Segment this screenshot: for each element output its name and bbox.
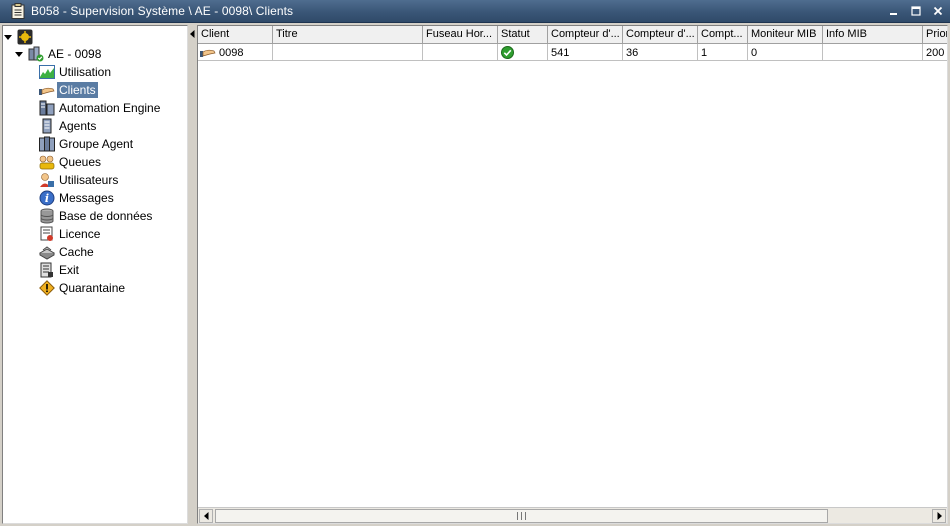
cell-titre: [273, 44, 423, 61]
svg-text:i: i: [45, 192, 49, 205]
info-icon: i: [39, 190, 55, 206]
cell-priorite: 200: [926, 46, 945, 59]
tree-item-label: Messages: [59, 191, 114, 205]
tree-item-label: Groupe Agent: [59, 137, 134, 151]
client-icon: [200, 47, 216, 59]
cell-compteur-2: 36: [623, 44, 698, 61]
warning-icon: [39, 280, 55, 296]
cell-info-mib: [823, 44, 923, 61]
tree-item-exit[interactable]: Exit: [39, 261, 81, 279]
cell-client: 0098: [198, 44, 273, 61]
arrow-left-icon: [203, 512, 208, 520]
collapse-arrow-icon[interactable]: [4, 33, 13, 42]
tree-item-label: Cache: [59, 245, 94, 259]
tree-item-quarantaine[interactable]: Quarantaine: [39, 279, 127, 297]
column-header-compteur-1[interactable]: Compteur d'...: [548, 26, 623, 43]
tree-item-label: Agents: [59, 119, 97, 133]
close-icon: [933, 6, 943, 16]
tree-item-label: Utilisateurs: [59, 173, 119, 187]
tree-item-label: Licence: [59, 227, 101, 241]
column-header-statut[interactable]: Statut: [498, 26, 548, 43]
cell-fuseau-horaire: [423, 44, 498, 61]
tree-item-agents[interactable]: Agents: [39, 117, 98, 135]
tree-item-utilisateurs[interactable]: Utilisateurs: [39, 171, 120, 189]
status-ok-icon: [501, 46, 514, 59]
scroll-right-button[interactable]: [932, 509, 946, 523]
cell-statut: [498, 44, 548, 61]
table-row[interactable]: 0098 541 36 1 0 200: [198, 44, 947, 61]
users-icon: [39, 172, 55, 188]
database-icon: [39, 208, 55, 224]
server-icon: [39, 100, 55, 116]
queues-icon: [39, 154, 55, 170]
panel-splitter[interactable]: [189, 25, 197, 524]
tree-item-label: Base de données: [59, 209, 153, 223]
license-icon: [39, 226, 55, 242]
title-bar: B058 - Supervision Système \ AE - 0098\ …: [0, 0, 950, 23]
clients-grid: Client Titre Fuseau Hor... Statut Compte…: [197, 25, 948, 524]
system-server-icon: [28, 46, 44, 62]
window-title: B058 - Supervision Système \ AE - 0098\ …: [31, 4, 294, 18]
column-header-moniteur-mib[interactable]: Moniteur MIB: [748, 26, 823, 43]
client-value: 0098: [219, 46, 244, 59]
tree-item-licence[interactable]: Licence: [39, 225, 102, 243]
horizontal-scrollbar[interactable]: [198, 507, 947, 523]
tree-item-automation-engine[interactable]: Automation Engine: [39, 99, 162, 117]
system-root-icon: [17, 29, 33, 45]
column-header-client[interactable]: Client: [198, 26, 273, 43]
tree-item-cache[interactable]: Cache: [38, 243, 96, 261]
column-header-titre[interactable]: Titre: [273, 26, 423, 43]
tree-item-base-de-donnees[interactable]: Base de données: [39, 207, 154, 225]
collapse-left-icon[interactable]: [190, 30, 195, 38]
grip-icon: [517, 512, 526, 520]
tree-node-label: AE - 0098: [48, 47, 102, 61]
tree-item-queues[interactable]: Queues: [39, 153, 103, 171]
maximize-icon: [911, 6, 921, 16]
scrollbar-thumb[interactable]: [215, 509, 828, 523]
column-header-fuseau-horaire[interactable]: Fuseau Hor...: [423, 26, 498, 43]
tree-item-label: Quarantaine: [59, 281, 126, 295]
navigation-tree: AE - 0098 Utilisation Clients Automation…: [2, 25, 188, 524]
tree-item-label: Queues: [59, 155, 102, 169]
agent-group-icon: [39, 136, 55, 152]
exit-icon: [39, 262, 55, 278]
tree-item-groupe-agent[interactable]: Groupe Agent: [39, 135, 135, 153]
column-header-priorite[interactable]: Prior: [923, 26, 947, 43]
cell-compteur-1: 541: [548, 44, 623, 61]
tree-item-clients[interactable]: Clients: [39, 81, 98, 99]
cache-icon: [38, 244, 56, 260]
tree-item-label: Utilisation: [59, 65, 112, 79]
tree-root[interactable]: [3, 28, 35, 46]
minimize-icon: [890, 13, 897, 15]
column-header-info-mib[interactable]: Info MIB: [823, 26, 923, 43]
cell-compteur-3: 1: [698, 44, 748, 61]
cell-moniteur-mib: 0: [748, 44, 823, 61]
client-icon: [39, 82, 55, 98]
chart-icon: [39, 64, 55, 80]
tree-node-ae-0098[interactable]: AE - 0098: [15, 45, 103, 63]
tree-item-messages[interactable]: i Messages: [39, 189, 116, 207]
tree-item-utilisation[interactable]: Utilisation: [39, 63, 113, 81]
column-header-compteur-3[interactable]: Compt...: [698, 26, 748, 43]
tree-item-label: Clients: [57, 82, 98, 98]
collapse-arrow-icon[interactable]: [15, 50, 24, 59]
agent-icon: [39, 118, 55, 134]
app-clipboard-icon: [11, 3, 25, 19]
scroll-left-button[interactable]: [199, 509, 213, 523]
column-header-compteur-2[interactable]: Compteur d'...: [623, 26, 698, 43]
maximize-button[interactable]: [906, 2, 926, 20]
close-button[interactable]: [928, 2, 948, 20]
tree-item-label: Exit: [59, 263, 80, 277]
arrow-right-icon: [937, 512, 942, 520]
minimize-button[interactable]: [884, 2, 904, 20]
grid-header: Client Titre Fuseau Hor... Statut Compte…: [198, 26, 947, 44]
tree-item-label: Automation Engine: [59, 101, 161, 115]
